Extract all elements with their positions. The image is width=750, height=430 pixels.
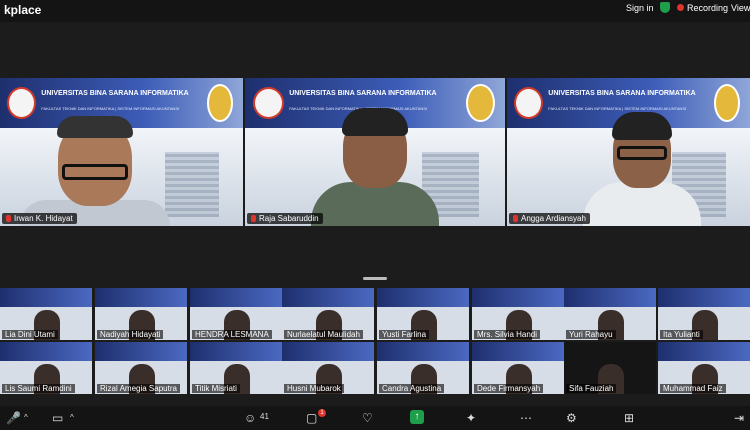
slide-header: [377, 342, 469, 361]
gallery-tile[interactable]: HENDRA LESMANA: [190, 288, 282, 340]
slide-header: [472, 342, 564, 361]
mic-muted-icon: [251, 215, 256, 222]
participant-name: Nurlaelatul Maulidah: [284, 330, 363, 339]
participant-name: Titik Misriati: [192, 384, 240, 393]
reactions-icon[interactable]: ♡: [362, 409, 373, 427]
video-camera-icon[interactable]: ▭: [52, 409, 63, 427]
more-icon[interactable]: ⋯: [520, 409, 532, 427]
participants-icon[interactable]: ☺: [244, 409, 256, 427]
slide-header: [0, 342, 92, 361]
resize-handle[interactable]: [363, 277, 387, 280]
chevron-up-icon[interactable]: ^: [70, 409, 74, 427]
participant-name: Mrs. Silvia Handi: [474, 330, 541, 339]
gallery-tile[interactable]: Husni Mubarok: [282, 342, 374, 394]
gallery-tile[interactable]: Lis Saumi Ramdini: [0, 342, 92, 394]
participant-name: Muhammad Faiz: [660, 384, 726, 393]
gallery-tile[interactable]: Titik Misriati: [190, 342, 282, 394]
gallery-tile[interactable]: Yuri Rahayu: [564, 288, 656, 340]
participant-video: [311, 108, 439, 226]
university-logo: [252, 86, 284, 120]
gallery-tile[interactable]: Ita Yulianti: [658, 288, 750, 340]
gallery-tile[interactable]: Lia Dini Utami: [0, 288, 92, 340]
participant-video: [583, 112, 701, 226]
slide-subtitle: FAKULTAS TEKNIK DAN INFORMATIKA | SISTEM…: [41, 106, 180, 112]
building-image: [165, 152, 219, 218]
slide-subtitle: FAKULTAS TEKNIK DAN INFORMATIKA | SISTEM…: [548, 106, 687, 112]
slide-header: [190, 342, 282, 361]
chat-badge: 1: [318, 409, 326, 417]
shield-icon[interactable]: [660, 2, 670, 13]
slide-header: [190, 288, 282, 307]
gallery-tile[interactable]: Candra Agustina: [377, 342, 469, 394]
gallery-tile[interactable]: Muhammad Faiz: [658, 342, 750, 394]
participant-name: Yusti Farlina: [379, 330, 430, 339]
settings-icon[interactable]: ⚙: [566, 409, 577, 427]
gallery-tile[interactable]: Nurlaelatul Maulidah: [282, 288, 374, 340]
chevron-up-icon[interactable]: ^: [24, 409, 28, 427]
slide-header: [564, 288, 656, 307]
slide-header: [95, 342, 187, 361]
speaker-tile[interactable]: UNIVERSITAS BINA SARANA INFORMATIKA FAKU…: [245, 78, 505, 226]
participant-name: HENDRA LESMANA: [192, 330, 272, 339]
participant-name: Yuri Rahayu: [566, 330, 616, 339]
chat-icon[interactable]: ▢: [306, 409, 317, 427]
participants-count: 41: [260, 412, 269, 421]
participant-name: Nadiyah Hidayati: [97, 330, 164, 339]
gallery-tile[interactable]: Mrs. Silvia Handi: [472, 288, 564, 340]
seal-icon: [466, 83, 495, 123]
slide-title: UNIVERSITAS BINA SARANA INFORMATIKA: [41, 89, 189, 97]
slide-header: [95, 288, 187, 307]
participant-name: Irwan K. Hidayat: [2, 213, 77, 224]
gallery-tile[interactable]: Rizal Amegia Saputra: [95, 342, 187, 394]
view-button[interactable]: View: [731, 3, 750, 13]
meeting-toolbar: 🎤 ^ ▭ ^ ☺ 41 ▢ 1 ♡ ↑ ✦ ⋯ ⚙ ⊞ ⇥: [0, 406, 750, 430]
sign-in-button[interactable]: Sign in: [626, 3, 654, 13]
slide-title: UNIVERSITAS BINA SARANA INFORMATIKA: [289, 89, 437, 97]
share-screen-icon[interactable]: ↑: [410, 410, 424, 424]
gallery-tile[interactable]: Nadiyah Hidayati: [95, 288, 187, 340]
microphone-icon[interactable]: 🎤: [6, 409, 21, 427]
slide-title: UNIVERSITAS BINA SARANA INFORMATIKA: [548, 89, 696, 97]
slide-header: [472, 288, 564, 307]
participant-name: Husni Mubarok: [284, 384, 344, 393]
participant-video: [20, 116, 170, 226]
speaker-tile[interactable]: UNIVERSITAS BINA SARANA INFORMATIKA FAKU…: [507, 78, 750, 226]
participant-name: Angga Ardiansyah: [509, 213, 590, 224]
gallery-tile[interactable]: Yusti Farlina: [377, 288, 469, 340]
grid-icon[interactable]: ⊞: [624, 409, 634, 427]
slide-header: [282, 288, 374, 307]
slide-header: [658, 288, 750, 307]
app-title: kplace: [4, 3, 42, 17]
participant-name: Dede Firmansyah: [474, 384, 544, 393]
participant-name: Raja Sabaruddin: [247, 213, 323, 224]
gallery-tile[interactable]: Dede Firmansyah: [472, 342, 564, 394]
slide-header: [377, 288, 469, 307]
participant-name: Lis Saumi Ramdini: [2, 384, 75, 393]
mic-muted-icon: [6, 215, 11, 222]
participant-name: Ita Yulianti: [660, 330, 703, 339]
title-bar: kplace Sign in Recording View: [0, 0, 750, 22]
mic-muted-icon: [513, 215, 518, 222]
recording-label[interactable]: Recording: [687, 3, 728, 13]
recording-icon: [677, 4, 684, 11]
slide-header: [658, 342, 750, 361]
participant-name: Sifa Fauziah: [566, 384, 617, 393]
participant-name: Candra Agustina: [379, 384, 445, 393]
speaker-tile[interactable]: UNIVERSITAS BINA SARANA INFORMATIKA FAKU…: [0, 78, 243, 226]
participant-name: Lia Dini Utami: [2, 330, 58, 339]
participant-name: Rizal Amegia Saputra: [97, 384, 180, 393]
meeting-stage: UNIVERSITAS BINA SARANA INFORMATIKA FAKU…: [0, 22, 750, 406]
gallery-tile[interactable]: Sifa Fauziah: [564, 342, 656, 394]
slide-header: [282, 342, 374, 361]
slide-header: [0, 288, 92, 307]
apps-icon[interactable]: ✦: [466, 409, 476, 427]
leave-icon[interactable]: ⇥: [734, 409, 744, 427]
